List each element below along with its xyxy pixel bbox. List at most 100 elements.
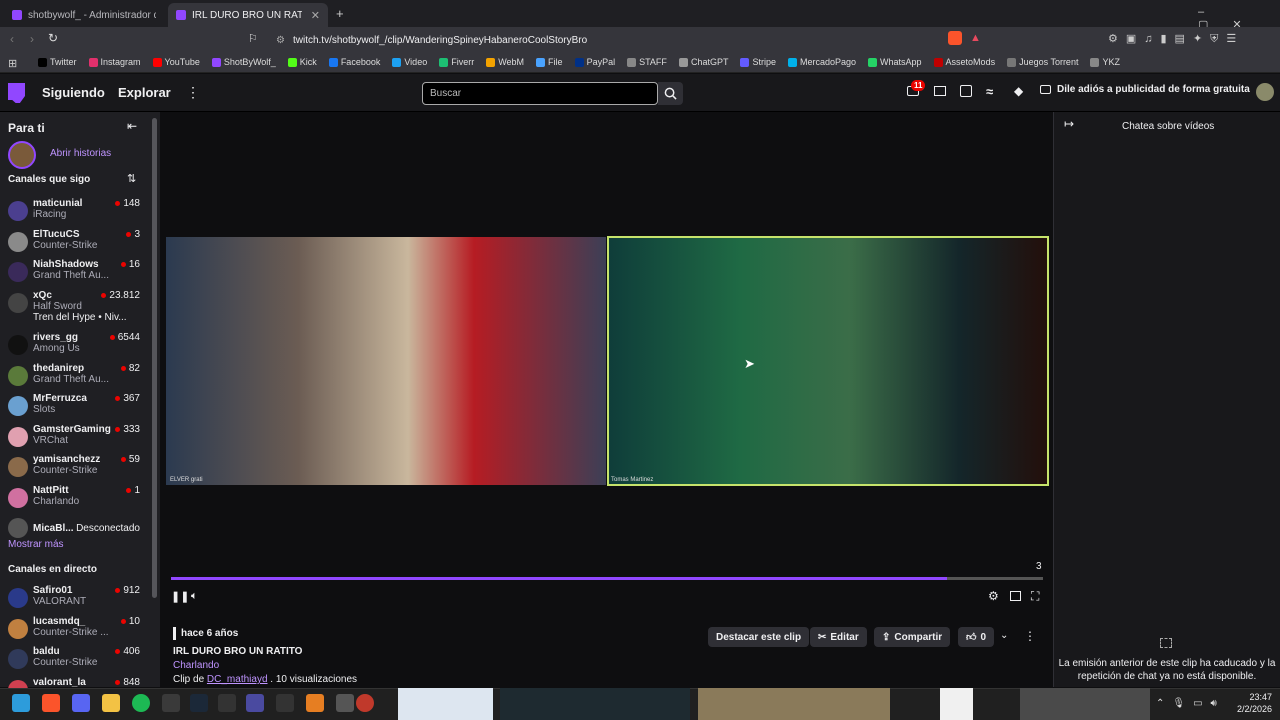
sidebar-scrollbar[interactable] <box>152 118 157 598</box>
back-icon[interactable]: ‹ <box>10 32 14 46</box>
system-tray-icons[interactable]: ⌃🎙︎▭🔊︎ <box>1156 698 1225 709</box>
bookmark-icon[interactable]: ⚐ <box>248 32 258 45</box>
bookmark-item[interactable]: Video <box>392 57 427 67</box>
reload-icon[interactable]: ↻ <box>48 31 58 45</box>
sidebar-channel-row[interactable]: ElTucuCS Counter-Strike 3 <box>6 229 146 259</box>
extension-icons[interactable]: ⚙▣♫▮▤✦⛨☰ <box>1108 32 1244 46</box>
app-icon-5[interactable] <box>336 694 354 712</box>
more-options-icon[interactable]: ⋮ <box>1024 629 1036 643</box>
channel-avatar <box>8 292 28 313</box>
file-explorer-icon[interactable] <box>102 694 120 712</box>
chat-bubble-icon[interactable] <box>960 85 972 97</box>
bookmark-item[interactable]: Facebook <box>328 57 380 67</box>
show-more-link[interactable]: Mostrar más <box>8 539 64 550</box>
pause-icon[interactable]: ❚❚ <box>171 590 189 603</box>
url-field[interactable]: ⚙ twitch.tv/shotbywolf_/clip/WanderingSp… <box>268 31 988 49</box>
taskbar-thumbnail-4[interactable] <box>940 688 973 720</box>
live-dot-icon <box>115 649 121 654</box>
bookmark-item[interactable]: YKZ <box>1090 57 1120 67</box>
more-menu-icon[interactable]: ⋮ <box>186 84 200 101</box>
sidebar-channel-row[interactable]: xQc Half Sword 23.812 Tren del Hype • Niv..… <box>6 290 146 323</box>
adfree-button[interactable]: Dile adiós a publicidad de forma gratuit… <box>1040 84 1250 95</box>
bookmark-item[interactable]: PayPal <box>574 57 615 67</box>
followed-channels-title: Canales que sigo <box>8 174 91 185</box>
sidebar-channel-row[interactable]: NattPitt Charlando 1 <box>6 485 146 515</box>
camera-app-icon[interactable] <box>162 694 180 712</box>
bookmark-item[interactable]: WhatsApp <box>868 57 922 67</box>
sidebar-channel-row[interactable]: Safiro01 VALORANT 912 <box>6 585 146 615</box>
share-button[interactable]: ⇪ Compartir <box>874 627 951 647</box>
open-stories-link[interactable]: Abrir historias <box>50 148 111 159</box>
channel-avatar <box>8 618 28 639</box>
bookmark-item[interactable]: YouTube <box>152 57 200 67</box>
chevron-down-icon[interactable]: ⌄ <box>1000 630 1008 641</box>
like-button[interactable]: 👍︎ 0 <box>958 627 995 647</box>
sidebar-channel-row[interactable]: thedanirep Grand Theft Au... 82 <box>6 363 146 393</box>
volume-icon[interactable]: 🔈︎ <box>191 590 198 603</box>
nav-following[interactable]: Siguiendo <box>42 85 105 100</box>
expand-chat-icon[interactable]: ↦ <box>1064 117 1074 131</box>
tab-clip-active[interactable]: IRL DURO BRO UN RATITO - T ✕ <box>168 3 328 27</box>
discord-icon[interactable] <box>72 694 90 712</box>
clip-category-link[interactable]: Charlando <box>173 660 219 671</box>
bookmark-item[interactable]: AssetoMods <box>933 57 995 67</box>
bits-icon[interactable]: ◆ <box>1014 84 1023 98</box>
new-tab-button[interactable]: + <box>336 6 344 21</box>
brave-shield-icon[interactable] <box>948 31 962 45</box>
sidebar-channel-row[interactable]: MrFerruzca Slots 367 <box>6 393 146 423</box>
fullscreen-icon[interactable]: ⛶ <box>1031 589 1039 604</box>
bookmark-item[interactable]: Instagram <box>88 57 141 67</box>
tab-clip-manager[interactable]: shotbywolf_ - Administrador de clips <box>4 3 164 27</box>
sidebar-channel-row[interactable]: lucasmdq_ Counter-Strike ... 10 <box>6 616 146 646</box>
spotify-icon[interactable] <box>132 694 150 712</box>
app-icon-2[interactable] <box>246 694 264 712</box>
whispers-icon[interactable] <box>934 86 946 96</box>
steam-icon[interactable] <box>190 694 208 712</box>
sidebar-channel-row[interactable]: GamsterGaming VRChat 333 <box>6 424 146 454</box>
apps-grid-icon[interactable]: ⊞ <box>8 57 17 70</box>
bookmark-item[interactable]: Kick <box>287 57 317 67</box>
bookmark-item[interactable]: ChatGPT <box>678 57 728 67</box>
app-icon-3[interactable] <box>276 694 294 712</box>
taskbar-thumbnail-1[interactable] <box>398 688 493 720</box>
edit-button[interactable]: ✂ Editar <box>810 627 867 647</box>
feature-clip-button[interactable]: Destacar este clip <box>708 627 810 647</box>
theatre-mode-icon[interactable] <box>1010 591 1021 601</box>
nav-browse[interactable]: Explorar <box>118 85 171 100</box>
close-tab-icon[interactable]: ✕ <box>311 9 320 22</box>
user-avatar[interactable] <box>1256 83 1274 101</box>
bookmark-item[interactable]: MercadoPago <box>787 57 856 67</box>
sidebar-channel-row[interactable]: maticunial iRacing 148 <box>6 198 146 228</box>
bookmark-item[interactable]: Twitter <box>38 57 77 67</box>
bookmark-item[interactable]: Stripe <box>740 57 776 67</box>
collapse-sidebar-icon[interactable]: ⇤ <box>127 119 137 133</box>
brave-rewards-icon[interactable]: ▲ <box>970 32 981 44</box>
stories-avatar[interactable] <box>8 141 36 169</box>
settings-gear-icon[interactable]: ⚙ <box>988 589 999 603</box>
bookmark-item[interactable]: Fiverr <box>439 57 474 67</box>
bookmark-item[interactable]: File <box>536 57 563 67</box>
sidebar-channel-row[interactable]: yamisanchezz Counter-Strike 59 <box>6 454 146 484</box>
bookmark-item[interactable]: WebM <box>486 57 524 67</box>
search-input[interactable]: Buscar <box>422 82 658 105</box>
windows-start-icon[interactable] <box>12 694 30 712</box>
app-icon-1[interactable] <box>218 694 236 712</box>
sidebar-channel-row[interactable]: NiahShadows Grand Theft Au... 16 <box>6 259 146 289</box>
clipper-link[interactable]: DC_mathiayd <box>207 674 268 685</box>
search-button[interactable] <box>658 82 683 105</box>
bookmark-item[interactable]: STAFF <box>627 57 667 67</box>
app-icon-6[interactable] <box>356 694 374 712</box>
bookmark-favicon-icon <box>787 57 797 67</box>
app-icon-4[interactable] <box>306 694 324 712</box>
sort-icon[interactable]: ⇅ <box>127 172 136 185</box>
taskbar-thumbnail-2[interactable] <box>500 688 690 720</box>
prime-icon[interactable]: ≈ <box>986 84 993 99</box>
taskbar-thumbnail-3[interactable] <box>698 688 890 720</box>
bookmark-item[interactable]: ShotByWolf_ <box>211 57 276 67</box>
sidebar-channel-row[interactable]: rivers_gg Among Us 6544 <box>6 332 146 362</box>
forward-icon[interactable]: › <box>30 32 34 46</box>
bookmark-item[interactable]: Juegos Torrent <box>1007 57 1078 67</box>
sidebar-channel-row[interactable]: baldu Counter-Strike 406 <box>6 646 146 676</box>
brave-browser-icon[interactable] <box>42 694 60 712</box>
taskbar-thumbnail-5[interactable] <box>1020 688 1150 720</box>
